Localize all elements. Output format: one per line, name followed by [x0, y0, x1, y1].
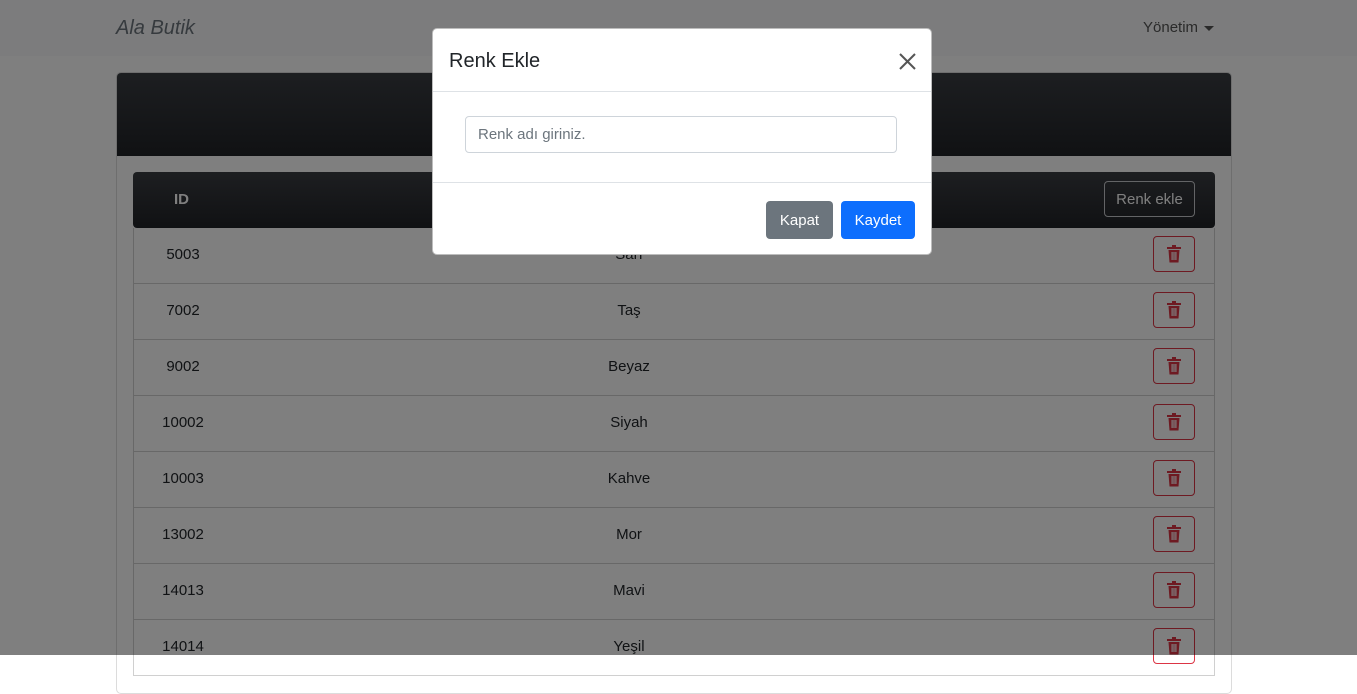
modal-footer: Kapat Kaydet — [433, 182, 931, 255]
modal-close-button[interactable] — [892, 47, 922, 77]
add-color-modal: Renk Ekle Kapat Kaydet — [432, 28, 932, 255]
save-button[interactable]: Kaydet — [841, 201, 915, 239]
close-icon — [899, 53, 916, 70]
close-button[interactable]: Kapat — [766, 201, 833, 239]
color-name-input[interactable] — [465, 116, 897, 153]
modal-title: Renk Ekle — [449, 50, 541, 72]
modal-header: Renk Ekle — [433, 29, 931, 92]
